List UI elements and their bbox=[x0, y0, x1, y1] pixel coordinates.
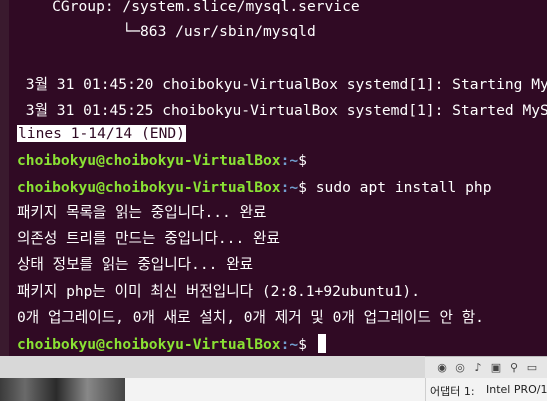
tooltip-adapter-label: 어댑터 1: bbox=[430, 385, 475, 398]
shared-folder-icon[interactable]: ▭ bbox=[525, 361, 539, 375]
output-line-1: 패키지 목록을 읽는 중입니다... 완료 bbox=[17, 204, 267, 221]
output-line-5: 0개 업그레이드, 0개 새로 설치, 0개 제거 및 0개 업그레이드 안 함… bbox=[17, 309, 484, 326]
host-window-thumbnail bbox=[0, 378, 125, 401]
tooltip-adapter-name: Intel PRO/1000 bbox=[486, 383, 547, 396]
network-adapter-tooltip: 어댑터 1: Intel PRO/1000 bbox=[425, 378, 547, 401]
prompt-line-1: choibokyu@choibokyu-VirtualBox:~$ bbox=[17, 151, 307, 171]
network-icon[interactable]: ▣ bbox=[489, 361, 503, 375]
text-cursor bbox=[317, 334, 326, 353]
pager-end-marker: lines 1-14/14 (END) bbox=[17, 125, 186, 142]
prompt-user: choibokyu@choibokyu-VirtualBox bbox=[17, 152, 281, 169]
hard-disk-icon[interactable]: ◉ bbox=[435, 361, 449, 375]
output-line-3: 상태 정보를 읽는 중입니다... 완료 bbox=[17, 256, 254, 273]
prompt-line-3[interactable]: choibokyu@choibokyu-VirtualBox:~$ bbox=[17, 334, 326, 354]
command-text: sudo apt install php bbox=[306, 179, 492, 196]
prompt-line-2: choibokyu@choibokyu-VirtualBox:~$ sudo a… bbox=[17, 178, 491, 198]
prompt-path: :~ bbox=[280, 152, 299, 169]
audio-icon[interactable]: ♪ bbox=[471, 361, 485, 375]
process-line: └─863 /usr/sbin/mysqld bbox=[17, 23, 316, 40]
prompt-symbol: $ bbox=[298, 152, 307, 169]
host-bottom-area: ◉ ◎ ♪ ▣ ⚲ ▭ 어댑터 1: Intel PRO/1000 bbox=[0, 356, 547, 401]
terminal-window[interactable]: CGroup: /system.slice/mysql.service └─86… bbox=[9, 0, 547, 356]
prompt-user: choibokyu@choibokyu-VirtualBox bbox=[17, 179, 281, 196]
optical-drive-icon[interactable]: ◎ bbox=[453, 361, 467, 375]
output-line-4: 패키지 php는 이미 최신 버전입니다 (2:8.1+92ubuntu1). bbox=[17, 283, 420, 300]
usb-icon[interactable]: ⚲ bbox=[507, 361, 521, 375]
prompt-path: :~ bbox=[280, 179, 299, 196]
prompt-symbol: $ bbox=[298, 179, 307, 196]
window-left-edge bbox=[0, 0, 9, 356]
prompt-symbol: $ bbox=[298, 336, 307, 353]
output-line-2: 의존성 트리를 만드는 중입니다... 완료 bbox=[17, 230, 280, 247]
host-taskbar-blank bbox=[125, 378, 425, 401]
prompt-path: :~ bbox=[280, 336, 299, 353]
pager-end-line: lines 1-14/14 (END) bbox=[17, 124, 186, 144]
log-line-started: 3월 31 01:45:25 choibokyu-VirtualBox syst… bbox=[25, 102, 547, 119]
virtualbox-status-bar: ◉ ◎ ♪ ▣ ⚲ ▭ bbox=[425, 356, 547, 379]
cgroup-line: CGroup: /system.slice/mysql.service bbox=[17, 0, 360, 15]
prompt-user: choibokyu@choibokyu-VirtualBox bbox=[17, 336, 281, 353]
log-line-starting: 3월 31 01:45:20 choibokyu-VirtualBox syst… bbox=[25, 76, 547, 93]
